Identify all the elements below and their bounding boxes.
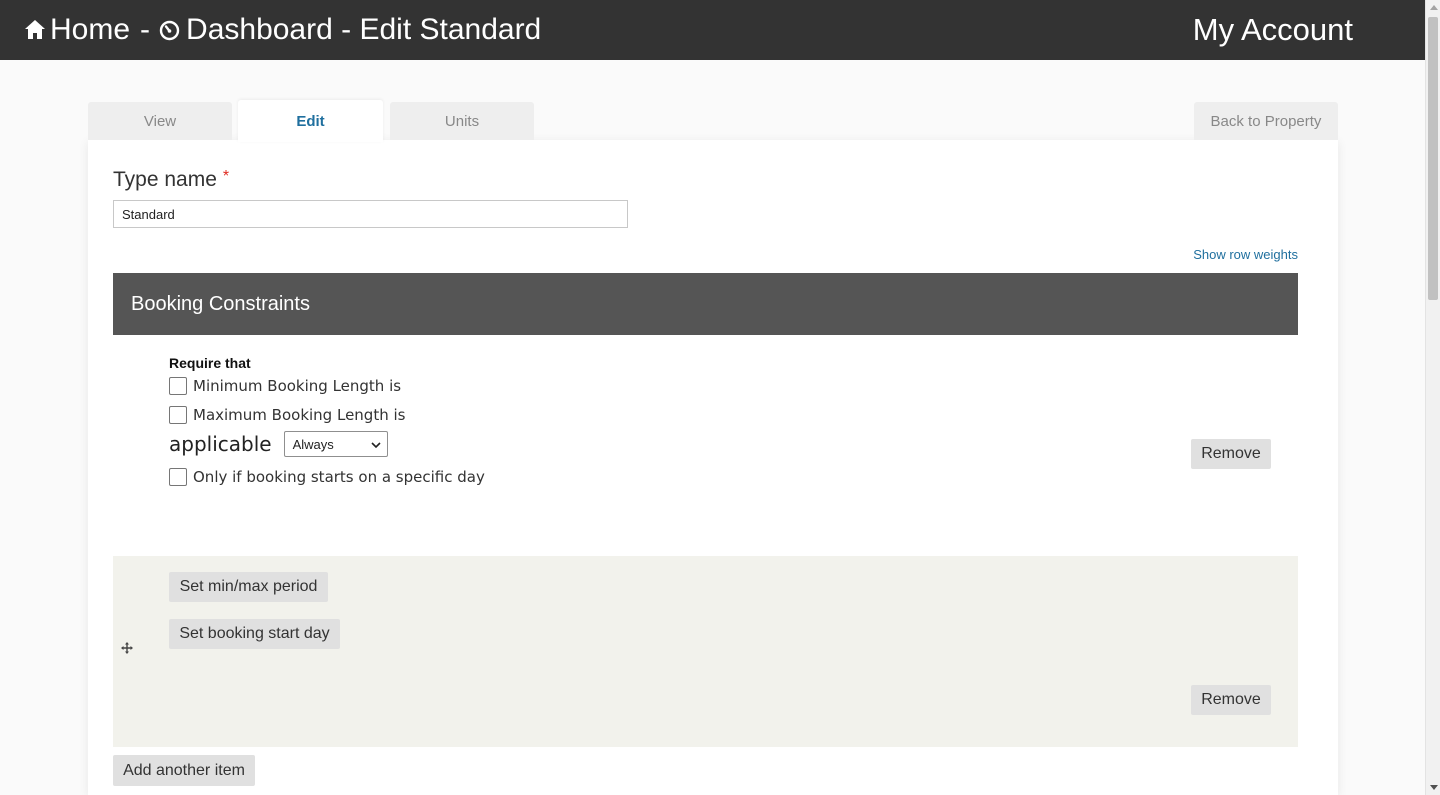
tab-units[interactable]: Units bbox=[390, 102, 534, 140]
my-account-link[interactable]: My Account bbox=[1193, 10, 1353, 50]
type-name-input[interactable] bbox=[113, 200, 628, 228]
add-another-item-button[interactable]: Add another item bbox=[113, 755, 255, 786]
show-row-weights-link[interactable]: Show row weights bbox=[1193, 247, 1298, 262]
tab-view[interactable]: View bbox=[88, 102, 232, 140]
remove-button[interactable]: Remove bbox=[1191, 685, 1271, 715]
section-title: Booking Constraints bbox=[131, 292, 310, 315]
home-icon[interactable] bbox=[24, 19, 46, 41]
type-name-label: Type name * bbox=[113, 168, 229, 192]
set-booking-start-day-button[interactable]: Set booking start day bbox=[169, 619, 340, 649]
drag-move-icon[interactable] bbox=[120, 641, 134, 655]
max-booking-option[interactable]: Maximum Booking Length is bbox=[169, 406, 405, 424]
tab-edit[interactable]: Edit bbox=[238, 100, 383, 142]
applicable-label: applicable bbox=[169, 432, 272, 456]
applicable-row: applicable Always bbox=[169, 431, 388, 457]
booking-constraints-header: Booking Constraints bbox=[113, 273, 1298, 335]
scroll-down-icon[interactable] bbox=[1430, 785, 1438, 790]
max-booking-label[interactable]: Maximum Booking Length is bbox=[193, 406, 405, 424]
dashboard-gauge-icon[interactable] bbox=[159, 20, 180, 41]
remove-button[interactable]: Remove bbox=[1191, 439, 1271, 469]
applicable-select-value[interactable]: Always bbox=[293, 437, 334, 452]
specific-day-label[interactable]: Only if booking starts on a specific day bbox=[193, 468, 485, 486]
scroll-up-icon[interactable] bbox=[1430, 5, 1438, 10]
breadcrumb-separator: - bbox=[140, 13, 151, 46]
max-booking-checkbox[interactable] bbox=[169, 406, 187, 424]
scroll-thumb[interactable] bbox=[1428, 17, 1438, 300]
min-booking-checkbox[interactable] bbox=[169, 377, 187, 395]
edit-panel: Type name * Show row weights Booking Cons… bbox=[88, 140, 1338, 795]
applicable-select[interactable]: Always bbox=[283, 431, 388, 457]
back-to-property-tab[interactable]: Back to Property bbox=[1194, 102, 1338, 140]
specific-day-checkbox[interactable] bbox=[169, 468, 187, 486]
specific-day-option[interactable]: Only if booking starts on a specific day bbox=[169, 468, 485, 486]
constraint-row: Require that Minimum Booking Length is M… bbox=[113, 335, 1298, 588]
require-that-title: Require that bbox=[169, 355, 251, 371]
dashboard-link[interactable]: Dashboard - Edit Standard bbox=[186, 13, 541, 47]
home-link[interactable]: Home bbox=[50, 13, 130, 47]
type-name-label-text: Type name bbox=[113, 168, 217, 191]
required-marker: * bbox=[222, 168, 230, 185]
top-bar: Home - Dashboard - Edit Standard My Acco… bbox=[0, 0, 1425, 60]
min-booking-label[interactable]: Minimum Booking Length is bbox=[193, 377, 401, 395]
breadcrumb: Home - Dashboard - Edit Standard bbox=[24, 10, 541, 50]
chevron-down-icon[interactable] bbox=[371, 437, 381, 452]
page-scrollbar[interactable] bbox=[1425, 0, 1440, 795]
constraint-row: Set min/max period Set booking start day… bbox=[113, 556, 1298, 747]
min-booking-option[interactable]: Minimum Booking Length is bbox=[169, 377, 401, 395]
set-min-max-period-button[interactable]: Set min/max period bbox=[169, 572, 328, 602]
